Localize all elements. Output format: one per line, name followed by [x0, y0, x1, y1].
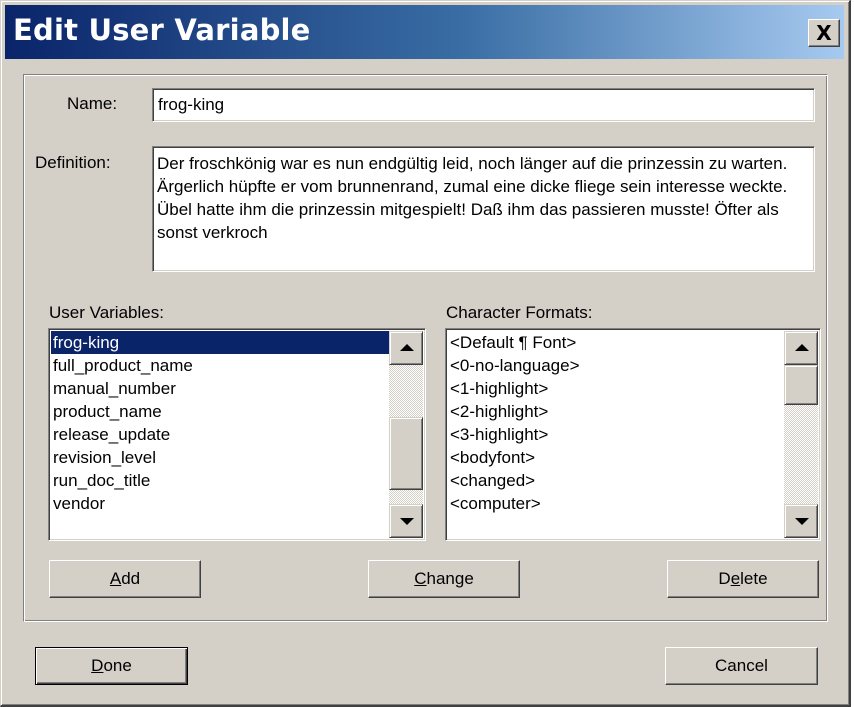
name-label: Name:: [67, 94, 118, 113]
list-item[interactable]: product_name: [51, 400, 389, 423]
name-input[interactable]: [156, 91, 811, 119]
list-item[interactable]: run_doc_title: [51, 469, 389, 492]
scroll-down-arrow-icon: [400, 518, 414, 525]
user-variables-scrollbar[interactable]: [389, 331, 423, 538]
add-button[interactable]: Add: [49, 560, 201, 598]
definition-label: Definition:: [35, 153, 111, 172]
name-field-frame: [152, 88, 815, 122]
list-item[interactable]: <1-highlight>: [448, 377, 784, 400]
scroll-thumb[interactable]: [389, 417, 423, 490]
list-item[interactable]: full_product_name: [51, 354, 389, 377]
list-item[interactable]: frog-king: [51, 331, 389, 354]
list-item[interactable]: <0-no-language>: [448, 354, 784, 377]
scroll-down-button[interactable]: [389, 504, 423, 538]
edit-user-variable-dialog: Edit User Variable X Name: Definition: D…: [0, 0, 851, 707]
change-button[interactable]: Change: [368, 560, 520, 598]
scroll-thumb[interactable]: [784, 365, 818, 405]
scroll-down-arrow-icon: [795, 518, 809, 525]
close-icon: X: [816, 21, 832, 45]
scroll-down-button[interactable]: [784, 504, 818, 538]
character-formats-label: Character Formats:: [446, 303, 593, 322]
character-formats-listbox[interactable]: <Default ¶ Font> <0-no-language> <1-highli…: [445, 328, 821, 541]
character-formats-items: <Default ¶ Font> <0-no-language> <1-highli…: [448, 331, 784, 538]
list-item[interactable]: release_update: [51, 423, 389, 446]
cancel-button[interactable]: Cancel: [665, 647, 818, 685]
list-item[interactable]: <changed>: [448, 469, 784, 492]
delete-button[interactable]: Delete: [667, 560, 819, 598]
user-variables-listbox[interactable]: frog-king full_product_name manual_number p…: [48, 328, 426, 541]
scroll-up-button[interactable]: [389, 331, 423, 365]
dialog-title: Edit User Variable: [13, 13, 311, 47]
list-item[interactable]: <2-highlight>: [448, 400, 784, 423]
done-button[interactable]: Done: [35, 647, 188, 685]
scroll-up-arrow-icon: [795, 344, 809, 351]
scroll-up-arrow-icon: [400, 344, 414, 351]
list-item[interactable]: <computer>: [448, 492, 784, 515]
scroll-up-button[interactable]: [784, 331, 818, 365]
list-item[interactable]: <bodyfont>: [448, 446, 784, 469]
title-bar[interactable]: Edit User Variable X: [5, 5, 844, 59]
close-button[interactable]: X: [808, 19, 840, 47]
list-item[interactable]: vendor: [51, 492, 389, 515]
user-variables-label: User Variables:: [49, 303, 164, 322]
definition-textarea[interactable]: Der froschkönig war es nun endgültig lei…: [152, 146, 815, 272]
user-variables-items: frog-king full_product_name manual_number p…: [51, 331, 389, 538]
list-item[interactable]: manual_number: [51, 377, 389, 400]
list-item[interactable]: <3-highlight>: [448, 423, 784, 446]
list-item[interactable]: revision_level: [51, 446, 389, 469]
definition-text: Der froschkönig war es nun endgültig lei…: [157, 154, 788, 242]
list-item[interactable]: <Default ¶ Font>: [448, 331, 784, 354]
character-formats-scrollbar[interactable]: [784, 331, 818, 538]
